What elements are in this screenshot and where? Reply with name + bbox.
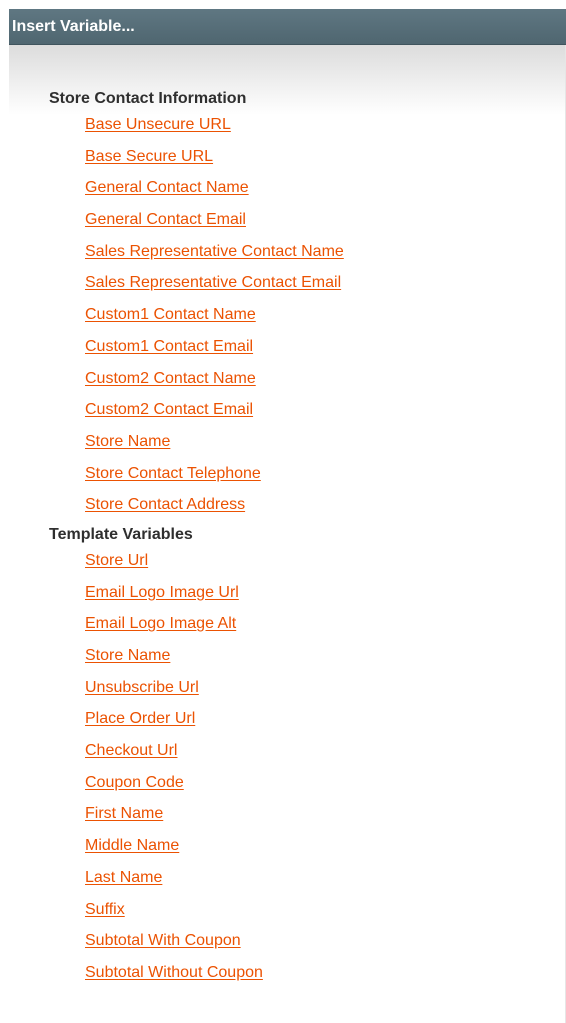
list-item: Checkout Url <box>85 738 565 770</box>
variable-link[interactable]: Store Name <box>85 647 170 664</box>
variable-link[interactable]: Store Contact Address <box>85 496 245 513</box>
list-item: Email Logo Image Url <box>85 580 565 612</box>
list-item: Email Logo Image Alt <box>85 611 565 643</box>
variable-link[interactable]: Email Logo Image Url <box>85 584 239 601</box>
list-item: Store Contact Address <box>85 492 565 524</box>
list-item: Custom2 Contact Name <box>85 366 565 398</box>
variable-link[interactable]: Custom2 Contact Email <box>85 401 253 418</box>
variable-link[interactable]: First Name <box>85 805 163 822</box>
variable-groups: Store Contact Information Base Unsecure … <box>49 88 565 992</box>
variable-link[interactable]: Custom1 Contact Name <box>85 306 256 323</box>
variable-link[interactable]: Custom1 Contact Email <box>85 338 253 355</box>
list-item: Sales Representative Contact Name <box>85 239 565 271</box>
list-item: Base Unsecure URL <box>85 112 565 144</box>
variable-link[interactable]: Unsubscribe Url <box>85 679 199 696</box>
group-store-contact-information: Store Contact Information Base Unsecure … <box>49 88 565 524</box>
list-item: Subtotal Without Coupon <box>85 960 565 992</box>
list-item: Custom1 Contact Name <box>85 302 565 334</box>
list-item: Last Name <box>85 865 565 897</box>
variable-link[interactable]: Base Secure URL <box>85 148 213 165</box>
dialog-title: Insert Variable... <box>12 17 135 35</box>
list-item: Subtotal With Coupon <box>85 928 565 960</box>
variable-link[interactable]: Coupon Code <box>85 774 184 791</box>
insert-variable-dialog: Insert Variable... Store Contact Informa… <box>9 9 566 1023</box>
list-item: Sales Representative Contact Email <box>85 270 565 302</box>
variable-link[interactable]: Subtotal Without Coupon <box>85 964 263 981</box>
variables-panel: Store Contact Information Base Unsecure … <box>9 45 566 1023</box>
list-item: Unsubscribe Url <box>85 675 565 707</box>
list-item: Place Order Url <box>85 706 565 738</box>
variable-link[interactable]: Subtotal With Coupon <box>85 932 241 949</box>
list-item: Custom2 Contact Email <box>85 397 565 429</box>
variable-link[interactable]: General Contact Email <box>85 211 246 228</box>
variable-link[interactable]: Sales Representative Contact Name <box>85 243 344 260</box>
variable-link[interactable]: Sales Representative Contact Email <box>85 274 341 291</box>
variable-link[interactable]: Store Url <box>85 552 148 569</box>
variable-link[interactable]: Suffix <box>85 901 125 918</box>
variable-link[interactable]: General Contact Name <box>85 179 249 196</box>
variable-link[interactable]: Checkout Url <box>85 742 177 759</box>
list-item: Store Name <box>85 429 565 461</box>
variable-link[interactable]: Base Unsecure URL <box>85 116 231 133</box>
variable-link[interactable]: Store Name <box>85 433 170 450</box>
variable-list: Base Unsecure URL Base Secure URL Genera… <box>49 112 565 524</box>
list-item: General Contact Email <box>85 207 565 239</box>
list-item: Base Secure URL <box>85 144 565 176</box>
list-item: Store Url <box>85 548 565 580</box>
list-item: Store Contact Telephone <box>85 461 565 493</box>
group-label: Store Contact Information <box>49 90 247 107</box>
variable-link[interactable]: Store Contact Telephone <box>85 465 261 482</box>
variable-link[interactable]: Email Logo Image Alt <box>85 615 236 632</box>
list-item: Custom1 Contact Email <box>85 334 565 366</box>
list-item: General Contact Name <box>85 175 565 207</box>
group-template-variables: Template Variables Store Url Email Logo … <box>49 524 565 992</box>
group-label: Template Variables <box>49 525 193 543</box>
variable-link[interactable]: Custom2 Contact Name <box>85 370 256 387</box>
variable-link[interactable]: Middle Name <box>85 837 179 854</box>
variable-link[interactable]: Last Name <box>85 869 162 886</box>
list-item: Store Name <box>85 643 565 675</box>
list-item: Coupon Code <box>85 770 565 802</box>
list-item: Suffix <box>85 897 565 929</box>
variable-link[interactable]: Place Order Url <box>85 710 195 727</box>
variable-list: Store Url Email Logo Image Url Email Log… <box>49 548 565 992</box>
dialog-titlebar: Insert Variable... <box>9 9 566 45</box>
list-item: First Name <box>85 801 565 833</box>
list-item: Middle Name <box>85 833 565 865</box>
